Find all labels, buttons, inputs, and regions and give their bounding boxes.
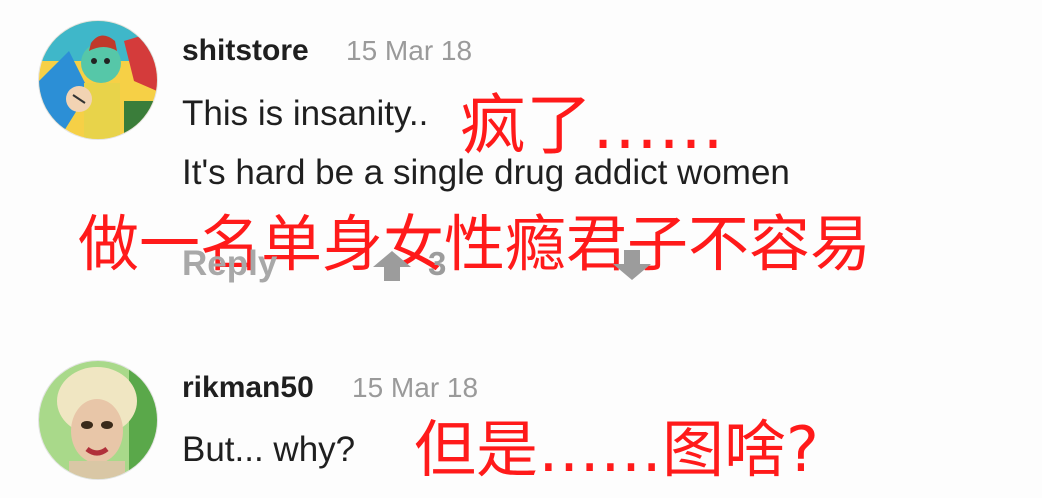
reply-button[interactable]: Reply (182, 244, 277, 284)
username[interactable]: shitstore (182, 34, 309, 68)
cartoon-avatar-icon (39, 21, 157, 139)
avatar[interactable] (38, 360, 158, 480)
photo-avatar-icon (39, 361, 157, 479)
comment-text-line: But... why? (182, 430, 356, 469)
comment-date: 15 Mar 18 (346, 35, 473, 66)
translation-annotation: 但是……图啥? (414, 413, 819, 486)
upvote-count: 3 (428, 245, 447, 282)
translation-annotation: 疯了…… (460, 87, 724, 164)
username[interactable]: rikman50 (182, 371, 314, 405)
comment-thread: shitstore 15 Mar 18 This is insanity.. I… (0, 0, 1042, 498)
downvote-arrow-icon[interactable] (613, 250, 651, 285)
comment-text-line: This is insanity.. (182, 94, 429, 133)
avatar[interactable] (38, 20, 158, 140)
upvote-arrow-icon[interactable] (373, 251, 411, 286)
